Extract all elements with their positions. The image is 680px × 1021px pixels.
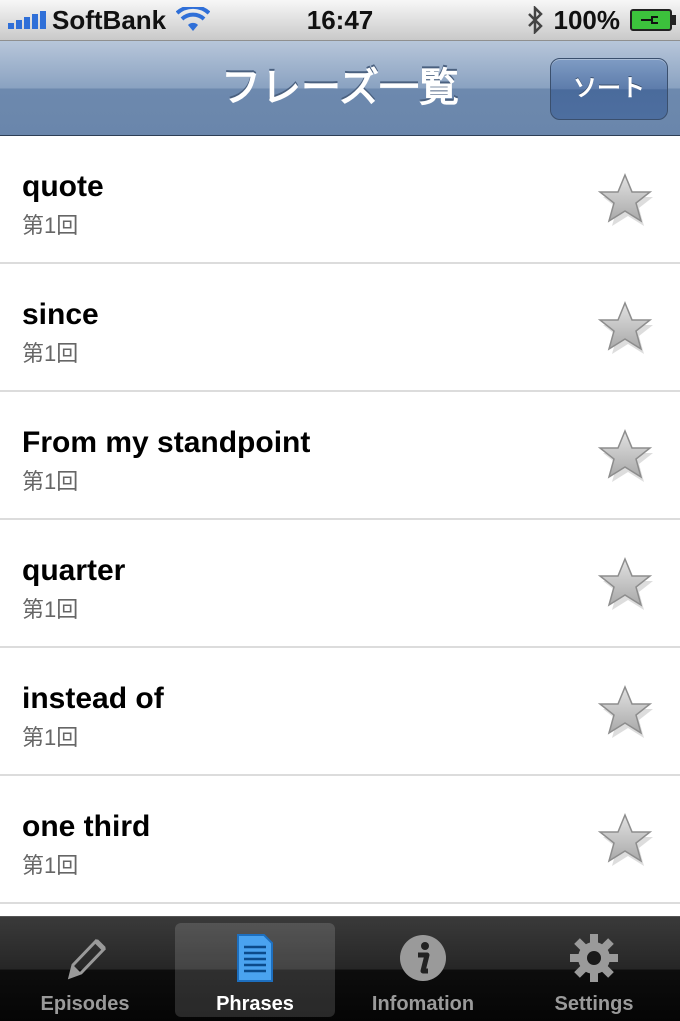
phrase-text: one third <box>22 810 151 843</box>
sort-button[interactable]: ソート <box>550 58 668 120</box>
star-icon[interactable] <box>596 556 654 614</box>
tab-label: Infomation <box>371 993 475 1015</box>
battery-icon <box>630 9 676 31</box>
tab-settings[interactable]: Settings <box>514 923 674 1017</box>
list-item[interactable]: since 第1回 <box>0 264 680 392</box>
phrase-list: quote 第1回 since 第1回 From my standpoint 第… <box>0 136 680 904</box>
phrase-text: since <box>22 298 99 331</box>
tab-label: Phrases <box>216 993 294 1015</box>
episode-label: 第1回 <box>22 725 79 750</box>
star-icon[interactable] <box>596 812 654 870</box>
tab-bar: Episodes Phrases Infomation Settings <box>0 916 680 1021</box>
star-icon[interactable] <box>596 172 654 230</box>
episode-label: 第1回 <box>22 213 79 238</box>
tab-episodes[interactable]: Episodes <box>5 923 165 1017</box>
phrase-text: quarter <box>22 554 126 587</box>
info-icon <box>400 935 446 981</box>
navigation-bar: フレーズ一覧 ソート <box>0 41 680 136</box>
phrase-text: From my standpoint <box>22 426 311 459</box>
tab-label: Settings <box>554 993 634 1015</box>
list-item[interactable]: From my standpoint 第1回 <box>0 392 680 520</box>
pencil-icon <box>67 938 107 980</box>
list-item[interactable]: instead of 第1回 <box>0 648 680 776</box>
star-icon[interactable] <box>596 684 654 742</box>
status-right: 100% <box>526 4 676 36</box>
list-item[interactable]: quarter 第1回 <box>0 520 680 648</box>
tab-information[interactable]: Infomation <box>343 923 503 1017</box>
episode-label: 第1回 <box>22 597 79 622</box>
episode-label: 第1回 <box>22 469 79 494</box>
episode-label: 第1回 <box>22 853 79 878</box>
bluetooth-icon <box>527 6 543 34</box>
status-bar: SoftBank 16:47 100% <box>0 0 680 41</box>
list-item[interactable]: one third 第1回 <box>0 776 680 904</box>
phrase-text: quote <box>22 170 104 203</box>
star-icon[interactable] <box>596 428 654 486</box>
document-icon <box>237 934 273 982</box>
episode-label: 第1回 <box>22 341 79 366</box>
battery-percent: 100% <box>553 4 621 35</box>
tab-label: Episodes <box>40 993 130 1015</box>
star-icon[interactable] <box>596 300 654 358</box>
gear-icon <box>570 934 618 982</box>
list-item[interactable]: quote 第1回 <box>0 136 680 264</box>
tab-phrases[interactable]: Phrases <box>175 923 335 1017</box>
phrase-text: instead of <box>22 682 164 715</box>
